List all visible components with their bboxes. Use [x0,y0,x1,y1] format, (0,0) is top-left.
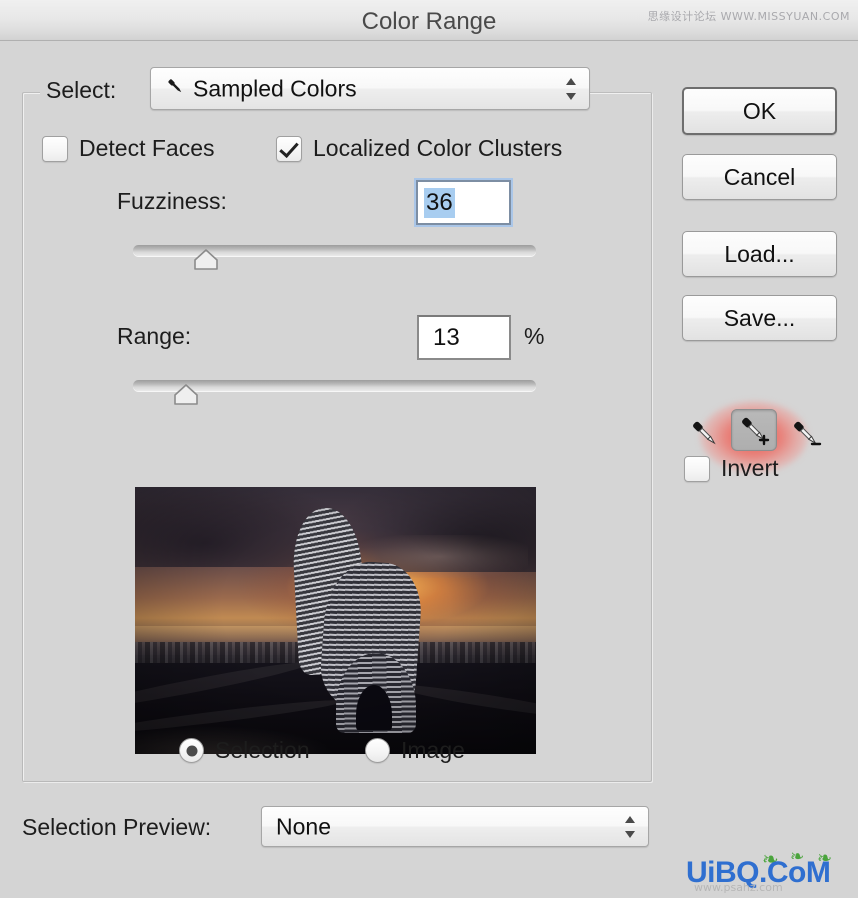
eyedropper-icon [165,76,185,101]
chevron-updown-icon [566,77,577,101]
selection-preview-dropdown[interactable]: None [261,806,649,847]
window-titlebar: Color Range 思缘设计论坛 WWW.MISSYUAN.COM [0,0,858,41]
fuzziness-label: Fuzziness: [117,188,227,214]
selection-preview-value: None [276,813,331,839]
radio-selection-row[interactable]: Selection [179,737,310,764]
radio-image-label: Image [401,737,465,763]
range-label: Range: [117,323,192,349]
cancel-button[interactable]: Cancel [682,154,837,200]
localized-color-clusters-checkbox-row[interactable]: Localized Color Clusters [276,135,562,162]
ok-button[interactable]: OK [682,87,837,135]
color-range-dialog-body: Select: Sampled Colors Detect Faces Loca… [0,41,858,894]
localized-color-clusters-label: Localized Color Clusters [313,135,563,161]
watermark-bottom: ❧ ❧ ❧ UiBQ.CoM www.psahz.com [686,848,851,898]
fuzziness-input[interactable]: 36 [416,180,511,225]
range-input[interactable]: 13 [417,315,511,360]
chevron-updown-icon [625,815,636,839]
watermark-top: 思缘设计论坛 WWW.MISSYUAN.COM [647,10,850,23]
selection-preview-label: Selection Preview: [22,814,212,840]
invert-checkbox[interactable] [684,455,710,482]
invert-label: Invert [721,455,779,481]
eyedropper-add-icon[interactable] [731,409,777,451]
detect-faces-checkbox-row[interactable]: Detect Faces [42,135,215,162]
select-value: Sampled Colors [193,75,357,101]
save-button[interactable]: Save... [682,295,837,341]
range-slider[interactable] [133,380,536,410]
radio-selection[interactable] [179,738,204,763]
localized-color-clusters-checkbox[interactable] [276,135,302,162]
detect-faces-checkbox[interactable] [42,135,68,162]
watermark-logo-sub: www.psahz.com [694,881,783,894]
load-button[interactable]: Load... [682,231,837,277]
preview-image[interactable] [135,487,536,754]
fuzziness-value: 36 [424,187,455,218]
range-value: 13 [433,323,460,351]
range-slider-thumb[interactable] [173,384,199,406]
radio-image[interactable] [365,738,390,763]
eyedropper-subtract-icon[interactable] [783,413,829,455]
cancel-button-label: Cancel [723,163,796,190]
radio-selection-label: Selection [215,737,310,763]
select-dropdown[interactable]: Sampled Colors [150,67,590,110]
detect-faces-label: Detect Faces [79,135,215,161]
save-button-label: Save... [723,304,796,331]
eyedropper-icon[interactable] [682,413,728,455]
fuzziness-slider-thumb[interactable] [193,249,219,271]
range-unit: % [524,323,545,349]
invert-checkbox-row[interactable]: Invert [684,455,779,482]
radio-image-row[interactable]: Image [365,737,465,764]
select-label: Select: [46,77,117,103]
preview-vignette [135,487,536,754]
fuzziness-slider[interactable] [133,245,536,275]
load-button-label: Load... [724,240,795,267]
ok-button-label: OK [742,97,777,124]
